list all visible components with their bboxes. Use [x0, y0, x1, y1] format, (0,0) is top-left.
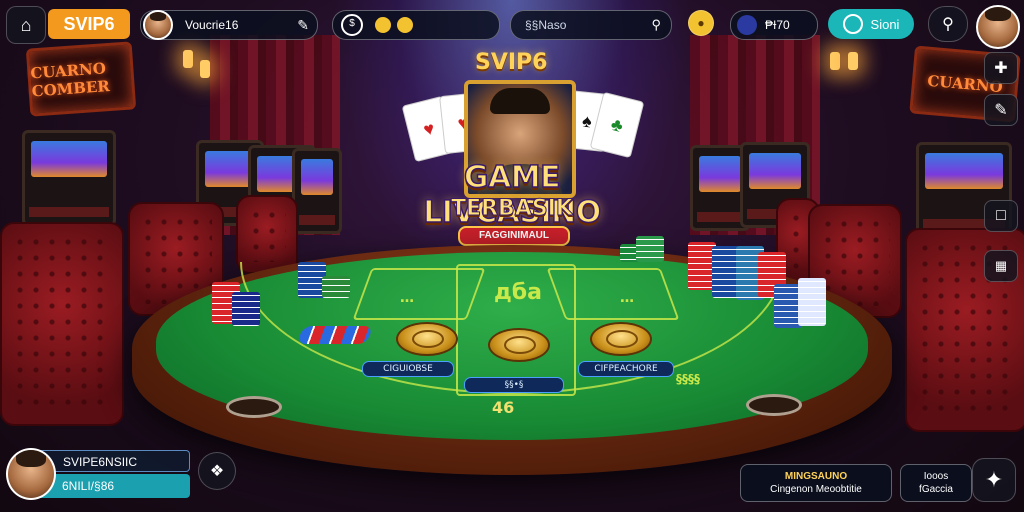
search-button[interactable]: ⚲ — [928, 6, 968, 42]
player-card[interactable]: SVIPE6NSIIC 6NILI/§86 — [6, 448, 192, 500]
bookmark-icon: □ — [996, 207, 1006, 224]
bet-area-right[interactable] — [546, 268, 680, 320]
mini-info-line1: Iooos — [923, 471, 949, 482]
token-count: ₱Ɨ70 — [765, 18, 790, 32]
wall-lamp — [830, 52, 840, 70]
token-pill[interactable]: ₱Ɨ70 — [730, 10, 818, 40]
bet-coin-right[interactable] — [590, 322, 652, 356]
slot-machine — [292, 148, 342, 234]
coin-icon: ● — [697, 16, 705, 30]
table-side-text: §§§§ — [676, 372, 700, 386]
player-avatar-small — [143, 10, 173, 40]
share-button[interactable]: ❖ — [198, 452, 236, 490]
chat-icon — [842, 14, 863, 34]
wall-lamp — [200, 60, 210, 78]
cup-holder — [746, 394, 802, 416]
chip-stack[interactable] — [232, 292, 260, 326]
player-card-balance: 6NILI/§86 — [36, 474, 190, 498]
cup-holder — [226, 396, 282, 418]
chip-stack[interactable] — [636, 236, 664, 262]
home-icon: ⌂ — [20, 14, 32, 35]
edit-icon[interactable]: ✎ — [297, 17, 309, 34]
chip-stack[interactable] — [322, 276, 350, 298]
casino-chair — [0, 222, 124, 426]
share-icon: ❖ — [209, 463, 225, 480]
star-icon: ✦ — [984, 467, 1004, 492]
search-icon[interactable]: ⚲ — [651, 17, 661, 33]
stats-icon: ▦ — [994, 258, 1008, 273]
mini-info-box[interactable]: Iooos fGaccia — [900, 464, 972, 502]
player-name: Voucrie16 — [185, 18, 239, 32]
shield-icon — [737, 15, 757, 35]
side-tool-edit[interactable]: ✎ — [984, 94, 1018, 126]
connect-label: Sioni — [870, 16, 900, 32]
scattered-chips — [296, 326, 374, 344]
coin-icon — [397, 17, 413, 33]
side-tool-stats[interactable]: ▦ — [984, 250, 1018, 282]
mini-info-line2: fGaccia — [919, 484, 953, 495]
game-subtitle: TERBASIK — [451, 196, 574, 222]
pencil-icon: ✎ — [994, 102, 1008, 119]
wall-lamp — [848, 52, 858, 70]
wallet-icon: $ — [341, 14, 363, 36]
slot-machine — [22, 130, 116, 226]
promo-subtitle: Cingenon Meoobtitie — [770, 484, 862, 495]
bet-label-center: §§•§ — [464, 377, 564, 393]
side-tool-plus[interactable]: ✚ — [984, 52, 1018, 84]
magnifier-icon: ⚲ — [942, 16, 954, 33]
promo-title: MINGSAUNO — [784, 471, 848, 482]
player-card-avatar — [6, 448, 56, 500]
coin-icon — [375, 17, 391, 33]
bet-spot-label: … — [400, 290, 414, 306]
bet-label-right: CIFPEACHORE — [578, 361, 674, 377]
player-name-pill[interactable]: Voucrie16 ✎ — [140, 10, 318, 40]
bet-coin-left[interactable] — [396, 322, 458, 356]
bet-spot-label: дба — [494, 280, 542, 305]
left-neon-sign: CUARNO COMBER — [25, 41, 137, 117]
plus-icon: ✚ — [994, 60, 1008, 77]
player-card-name: SVIPE6NSIIC — [36, 450, 190, 472]
promo-info-box[interactable]: MINGSAUNO Cingenon Meoobtitie — [740, 464, 892, 502]
favorite-button[interactable]: ✦ — [972, 458, 1016, 502]
banner-ribbon: FAGGINIMAUL — [458, 226, 570, 246]
connect-button[interactable]: Sioni — [828, 9, 914, 39]
bet-spot-label: … — [620, 290, 634, 306]
search-bar[interactable]: §§Naso ⚲ — [510, 10, 672, 40]
gold-coin-button[interactable]: ● — [688, 10, 714, 36]
bet-label-left: CIGUIOBSE — [362, 361, 454, 377]
table-number: 46 — [492, 398, 515, 417]
vip-title: SVIP6 — [475, 50, 548, 75]
wall-lamp — [183, 50, 193, 68]
side-tool-bookmark[interactable]: □ — [984, 200, 1018, 232]
vip-badge[interactable]: SVIP6 — [48, 9, 130, 39]
profile-avatar[interactable] — [976, 5, 1020, 49]
search-input[interactable]: §§Naso — [525, 18, 566, 32]
chip-stack[interactable] — [798, 278, 826, 326]
home-button[interactable]: ⌂ — [6, 6, 46, 44]
bet-coin-center[interactable] — [488, 328, 550, 362]
coins-pill[interactable]: $ — [332, 10, 500, 40]
